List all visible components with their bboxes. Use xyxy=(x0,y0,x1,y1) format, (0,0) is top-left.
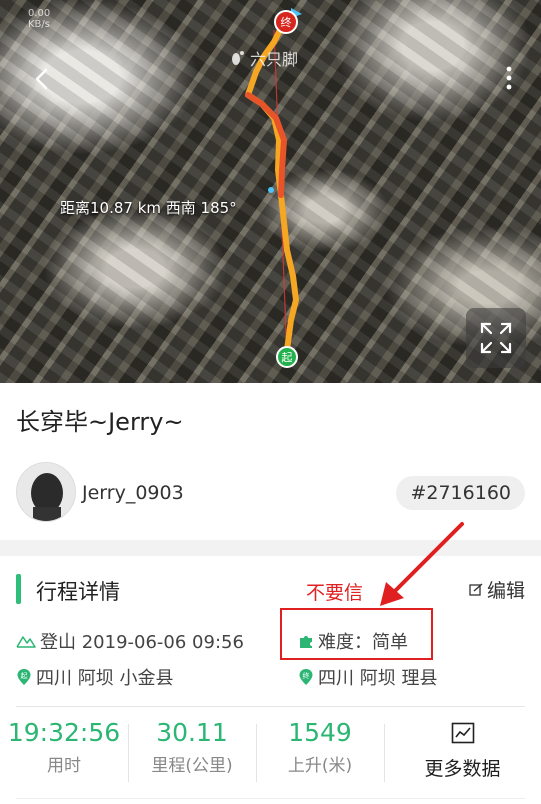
edit-icon xyxy=(469,582,483,596)
route-id-badge: #2716160 xyxy=(396,476,525,510)
difficulty-info: 难度：简单 xyxy=(298,628,408,654)
difficulty-text: 难度：简单 xyxy=(318,632,408,653)
stat-value: 30.11 xyxy=(156,718,228,747)
activity-text: 登山 2019-06-06 09:56 xyxy=(40,632,244,653)
author-row[interactable]: Jerry_0903 #2716160 xyxy=(0,462,541,526)
footprint-icon xyxy=(232,51,244,65)
stat-ascent: 1549 上升(米) xyxy=(256,718,384,792)
expand-icon xyxy=(480,322,512,354)
stat-label: 里程(公里) xyxy=(151,756,233,776)
username[interactable]: Jerry_0903 xyxy=(82,482,184,504)
start-marker: 起 xyxy=(276,346,298,368)
edit-label: 编辑 xyxy=(486,580,525,602)
stats-row: 19:32:56 用时 30.11 里程(公里) 1549 上升(米) 更多数据 xyxy=(0,718,541,792)
activity-info: 登山 2019-06-06 09:56 xyxy=(16,628,244,654)
chart-icon xyxy=(451,722,474,744)
edit-button[interactable]: 编辑 xyxy=(469,576,525,603)
watermark-text: 六只脚 xyxy=(250,50,299,69)
section-accent-bar xyxy=(16,574,21,604)
bottom-divider xyxy=(16,798,525,799)
svg-text:终: 终 xyxy=(303,671,310,680)
more-menu-button[interactable] xyxy=(503,64,515,94)
end-location: 终 四川 阿坝 理县 xyxy=(298,664,437,690)
location-pin-icon: 终 xyxy=(299,669,313,685)
avatar[interactable] xyxy=(16,462,76,522)
network-speed: 0.00 KB/s xyxy=(28,8,51,30)
annotation-arrow xyxy=(380,522,464,606)
distance-label: 距离10.87 km 西南 185° xyxy=(60,199,237,217)
stats-divider xyxy=(16,706,525,707)
location-pin-icon: 起 xyxy=(17,669,31,685)
stat-duration: 19:32:56 用时 xyxy=(0,718,128,792)
trip-title: 长穿毕~Jerry~ xyxy=(16,408,184,436)
stat-label: 用时 xyxy=(47,756,81,776)
puzzle-icon xyxy=(300,636,312,648)
stat-value: 1549 xyxy=(288,718,352,747)
route-map[interactable]: 0.00 KB/s 终 起 六只脚 距离10.87 km 西南 185° xyxy=(0,0,541,383)
stat-value: 19:32:56 xyxy=(7,718,121,747)
app-watermark: 六只脚 xyxy=(230,46,298,70)
svg-text:起: 起 xyxy=(21,672,28,680)
back-arrow-icon xyxy=(35,68,48,90)
annotation-note: 不要信 xyxy=(306,582,364,604)
stat-label: 上升(米) xyxy=(287,756,353,776)
mountain-icon xyxy=(16,636,36,648)
back-button[interactable] xyxy=(30,62,58,96)
user-avatar-icon xyxy=(31,473,63,521)
start-location: 起 四川 阿坝 小金县 xyxy=(16,664,173,690)
end-location-text: 四川 阿坝 理县 xyxy=(318,668,438,689)
more-vertical-icon xyxy=(506,66,512,90)
fullscreen-button[interactable] xyxy=(466,308,526,368)
stat-distance: 30.11 里程(公里) xyxy=(128,718,256,792)
more-data-label: 更多数据 xyxy=(424,758,501,780)
end-marker: 终 xyxy=(274,10,298,34)
more-data-button[interactable]: 更多数据 xyxy=(384,718,541,792)
section-title: 行程详情 xyxy=(36,580,120,604)
start-location-text: 四川 阿坝 小金县 xyxy=(36,668,174,689)
